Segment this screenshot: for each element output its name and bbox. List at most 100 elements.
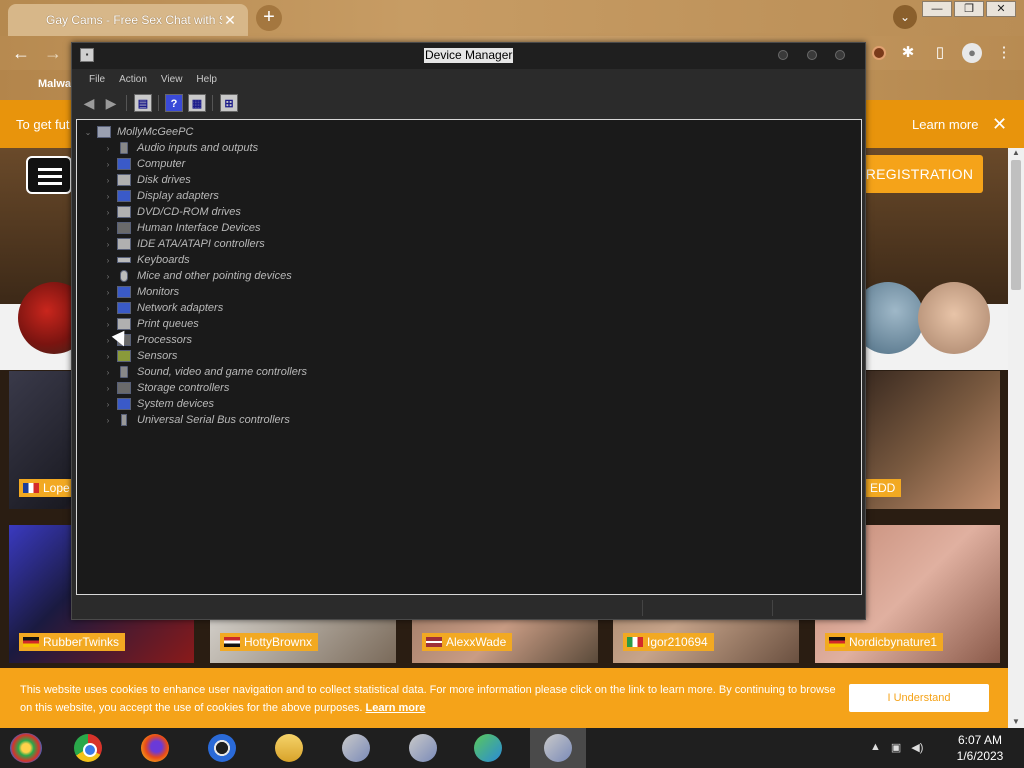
page-scrollbar[interactable]: ▲ ▼ xyxy=(1008,148,1024,728)
forward-arrow-icon[interactable]: → xyxy=(44,43,62,64)
chevron-right-icon[interactable]: › xyxy=(103,320,113,329)
restore-button[interactable]: ❐ xyxy=(954,1,984,17)
new-tab-button[interactable]: + xyxy=(256,5,282,31)
tree-category-row[interactable]: › Human Interface Devices xyxy=(77,220,861,236)
chevron-right-icon[interactable]: › xyxy=(103,144,113,153)
chevron-right-icon[interactable]: › xyxy=(103,240,113,249)
menu-view[interactable]: View xyxy=(154,69,190,91)
tab-close-icon[interactable]: ✕ xyxy=(222,12,238,29)
tree-category-row[interactable]: › Universal Serial Bus controllers xyxy=(77,412,861,428)
menu-kebab-icon[interactable]: ⋮ xyxy=(994,43,1014,63)
chevron-right-icon[interactable]: › xyxy=(103,176,113,185)
tree-category-row[interactable]: › Sound, video and game controllers xyxy=(77,364,861,380)
profile-avatar-icon[interactable]: ● xyxy=(962,43,982,63)
tree-category-row[interactable]: › DVD/CD-ROM drives xyxy=(77,204,861,220)
menu-action[interactable]: Action xyxy=(112,69,154,91)
scroll-up-icon[interactable]: ▲ xyxy=(1012,148,1020,157)
tree-category-row[interactable]: › Disk drives xyxy=(77,172,861,188)
dm-close-button[interactable] xyxy=(835,50,845,60)
dm-titlebar[interactable]: ▪ Device Manager xyxy=(72,43,865,69)
registration-button[interactable]: REGISTRATION xyxy=(856,155,983,193)
menu-file[interactable]: File xyxy=(82,69,112,91)
dm-maximize-button[interactable] xyxy=(807,50,817,60)
minimize-button[interactable]: — xyxy=(922,1,952,17)
tab-search-icon[interactable]: ⌄ xyxy=(893,5,917,29)
volume-icon[interactable]: ◀) xyxy=(911,741,923,754)
flag-icon xyxy=(23,637,39,647)
hamburger-menu-icon[interactable] xyxy=(26,156,72,194)
bookmark-item[interactable]: Malwa xyxy=(38,78,71,90)
network-taskbar-icon[interactable] xyxy=(470,732,506,764)
tree-category-row[interactable]: › Mice and other pointing devices xyxy=(77,268,861,284)
device-manager-taskbar-icon[interactable] xyxy=(338,732,374,764)
browser-tab[interactable]: Gay Cams - Free Sex Chat with S... ✕ xyxy=(8,4,248,36)
tree-category-row[interactable]: › Monitors xyxy=(77,284,861,300)
active-app-taskbar-icon[interactable] xyxy=(530,728,586,768)
back-arrow-icon[interactable]: ◀ xyxy=(80,94,98,112)
tree-root-node[interactable]: ⌄ MollyMcGeePC xyxy=(77,124,861,140)
chrome-taskbar-icon[interactable] xyxy=(70,732,106,764)
site-profile-icon[interactable] xyxy=(872,46,886,60)
menu-help[interactable]: Help xyxy=(189,69,224,91)
tree-category-row[interactable]: › Audio inputs and outputs xyxy=(77,140,861,156)
close-window-button[interactable]: ✕ xyxy=(986,1,1016,17)
tray-expand-icon[interactable]: ▲ xyxy=(870,741,881,754)
tree-category-row[interactable]: › Print queues xyxy=(77,316,861,332)
chevron-right-icon[interactable]: › xyxy=(103,368,113,377)
notification-close-icon[interactable]: ✕ xyxy=(992,114,1007,135)
chevron-right-icon[interactable]: › xyxy=(103,288,113,297)
chevron-down-icon[interactable]: ⌄ xyxy=(83,128,93,137)
chevron-right-icon[interactable]: › xyxy=(103,160,113,169)
extensions-icon[interactable]: ✱ xyxy=(898,43,918,63)
tree-category-row[interactable]: › Keyboards xyxy=(77,252,861,268)
dm-minimize-button[interactable] xyxy=(778,50,788,60)
tree-category-row[interactable]: › Sensors xyxy=(77,348,861,364)
cookie-learn-more-link[interactable]: Learn more xyxy=(366,702,426,714)
chevron-right-icon[interactable]: › xyxy=(103,416,113,425)
chevron-right-icon[interactable]: › xyxy=(103,192,113,201)
network-status-icon[interactable]: ▣ xyxy=(891,741,901,754)
properties-icon[interactable]: ▤ xyxy=(134,94,152,112)
tree-category-row[interactable]: › Processors xyxy=(77,332,861,348)
file-explorer-taskbar-icon[interactable] xyxy=(271,732,307,764)
hid-icon xyxy=(117,222,131,234)
forward-arrow-icon[interactable]: ▶ xyxy=(102,94,120,112)
chevron-right-icon[interactable]: › xyxy=(103,224,113,233)
scrollbar-thumb[interactable] xyxy=(1011,160,1021,290)
chevron-right-icon[interactable]: › xyxy=(103,208,113,217)
tree-category-row[interactable]: › Display adapters xyxy=(77,188,861,204)
taskbar-clock[interactable]: 6:07 AM 1/6/2023 xyxy=(950,732,1010,764)
tree-category-label: Keyboards xyxy=(137,254,190,266)
cam-thumbnail[interactable]: EDD xyxy=(866,371,1000,509)
cam-name-badge: Igor210694 xyxy=(623,633,714,651)
tree-category-row[interactable]: › Computer xyxy=(77,156,861,172)
chevron-right-icon[interactable]: › xyxy=(103,256,113,265)
side-panel-icon[interactable]: ▯ xyxy=(930,43,950,63)
scan-hardware-icon[interactable]: ⊞ xyxy=(220,94,238,112)
scroll-down-icon[interactable]: ▼ xyxy=(1012,717,1020,726)
tree-category-label: Audio inputs and outputs xyxy=(137,142,259,154)
cookie-accept-button[interactable]: I Understand xyxy=(849,684,989,712)
device-manager-taskbar-icon[interactable] xyxy=(405,732,441,764)
tree-category-row[interactable]: › System devices xyxy=(77,396,861,412)
start-button[interactable] xyxy=(10,733,42,763)
opera-taskbar-icon[interactable] xyxy=(204,732,240,764)
cam-name-badge: EDD xyxy=(866,479,902,497)
chevron-right-icon[interactable]: › xyxy=(103,384,113,393)
show-hidden-icon[interactable]: ▦ xyxy=(188,94,206,112)
speaker-icon xyxy=(120,142,128,154)
story-avatar[interactable] xyxy=(918,282,990,354)
tree-category-row[interactable]: › Network adapters xyxy=(77,300,861,316)
help-icon[interactable]: ? xyxy=(165,94,183,112)
chevron-right-icon[interactable]: › xyxy=(103,272,113,281)
chevron-right-icon[interactable]: › xyxy=(103,400,113,409)
chevron-right-icon[interactable]: › xyxy=(103,304,113,313)
dm-window-title: Device Manager xyxy=(424,48,514,63)
back-arrow-icon[interactable]: ← xyxy=(12,43,30,64)
firefox-taskbar-icon[interactable] xyxy=(137,732,173,764)
tree-category-row[interactable]: › Storage controllers xyxy=(77,380,861,396)
notification-learn-more-link[interactable]: Learn more xyxy=(912,117,978,132)
tree-category-row[interactable]: › IDE ATA/ATAPI controllers xyxy=(77,236,861,252)
tree-category-label: Mice and other pointing devices xyxy=(137,270,292,282)
chevron-right-icon[interactable]: › xyxy=(103,352,113,361)
